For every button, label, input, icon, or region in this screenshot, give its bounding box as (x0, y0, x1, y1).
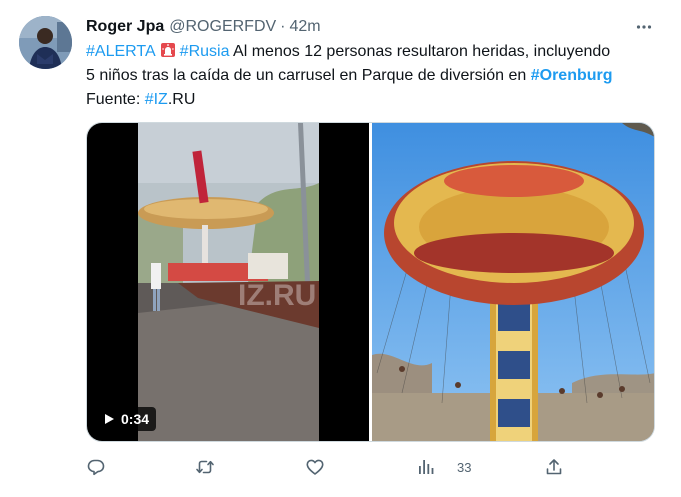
tweet-text-line-2: 5 niños tras la caída de un carrusel en … (86, 64, 666, 88)
tweet-text-line-1: #ALERTA #Rusia Al menos 12 personas resul… (86, 40, 666, 64)
more-button[interactable] (631, 15, 657, 39)
hashtag-iz[interactable]: #IZ (145, 91, 168, 108)
hashtag-rusia[interactable]: #Rusia (180, 43, 230, 60)
share-button[interactable] (544, 455, 564, 479)
header-separator: · (280, 18, 286, 35)
tweet-header: Roger Jpa @ROGERFDV · 42m (86, 16, 321, 38)
text-line-3-pre: Fuente: (86, 91, 145, 108)
video-frame: IZ.RU (138, 123, 319, 441)
author-name[interactable]: Roger Jpa (86, 18, 164, 36)
video-player[interactable]: IZ.RU 0:34 (87, 123, 369, 441)
video-duration: 0:34 (121, 411, 150, 427)
like-button[interactable] (305, 455, 325, 479)
tweet-text: #ALERTA #Rusia Al menos 12 personas resul… (86, 40, 666, 112)
watermark-text: IZ.RU (238, 279, 316, 312)
more-horizontal-icon (636, 25, 652, 29)
hashtag-alerta[interactable]: #ALERTA (86, 43, 156, 60)
hashtag-orenburg[interactable]: #Orenburg (531, 67, 613, 84)
reply-icon (87, 459, 105, 476)
play-badge[interactable]: 0:34 (97, 407, 157, 431)
heart-icon (306, 459, 324, 475)
tweet-card[interactable]: Roger Jpa @ROGERFDV · 42m #ALERTA #Rusia … (0, 0, 681, 497)
share-icon (546, 459, 562, 475)
action-bar: 33 (86, 455, 666, 479)
text-line-3-rest: .RU (167, 91, 196, 108)
play-icon (105, 414, 114, 424)
retweet-icon (196, 460, 214, 474)
views-count: 33 (457, 459, 472, 475)
views-chart-icon (419, 460, 434, 474)
siren-emoji-icon (160, 43, 175, 57)
carousel-photo (372, 123, 654, 441)
tweet-text-line-3: Fuente: #IZ.RU (86, 88, 666, 112)
media-grid: IZ.RU 0:34 (86, 122, 655, 442)
photo[interactable] (372, 123, 654, 441)
views-button[interactable]: 33 (416, 455, 471, 479)
reply-button[interactable] (86, 455, 106, 479)
retweet-button[interactable] (195, 455, 215, 479)
text-line-2-pre: 5 niños tras la caída de un carrusel en … (86, 67, 531, 84)
avatar-photo (19, 16, 72, 69)
avatar[interactable] (19, 16, 72, 69)
text-line-1-rest: Al menos 12 personas resultaron heridas,… (229, 43, 611, 60)
author-handle[interactable]: @ROGERFDV (169, 18, 276, 36)
tweet-time[interactable]: 42m (290, 18, 321, 36)
video-still-image: IZ.RU (138, 123, 319, 441)
